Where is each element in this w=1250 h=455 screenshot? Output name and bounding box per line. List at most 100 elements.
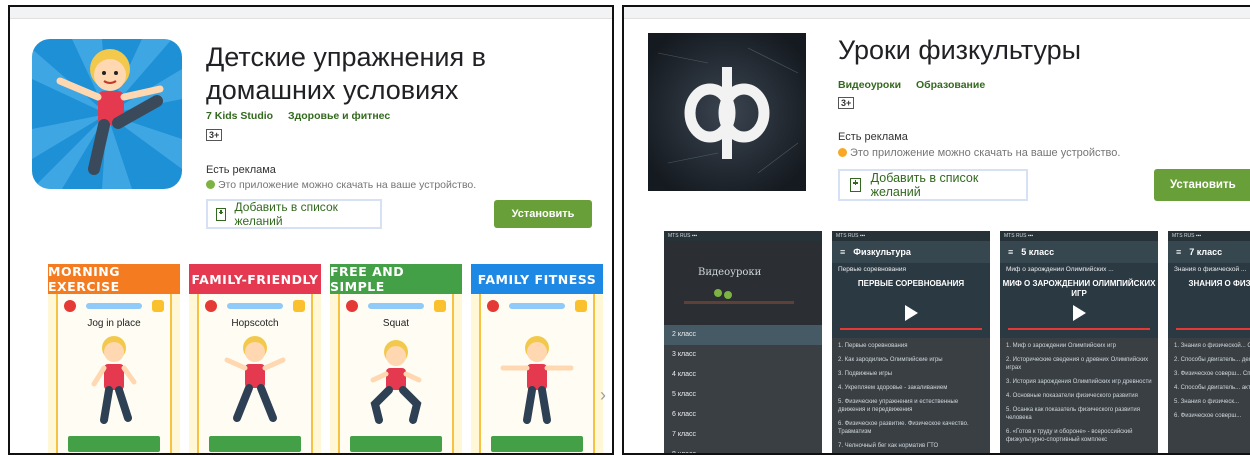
info-icon bbox=[838, 148, 847, 157]
browser-top-strip bbox=[624, 7, 1250, 19]
list-item[interactable]: 6. «Готов к труду и обороне» - всероссий… bbox=[1006, 428, 1152, 444]
developer-row: 7 Kids Studio Здоровье и фитнес bbox=[206, 110, 402, 122]
menu-header-title: Видеоуроки bbox=[698, 267, 762, 278]
lesson-list: 1. Миф о зарождении Олимпийских игр 2. И… bbox=[1000, 338, 1158, 453]
menu-item[interactable]: 4 класс bbox=[664, 365, 822, 385]
pause-icon bbox=[152, 300, 164, 312]
install-button[interactable]: Установить bbox=[1154, 169, 1250, 201]
install-button[interactable]: Установить bbox=[494, 200, 592, 228]
screenshot-header: FAMILY-FRIENDLY bbox=[189, 264, 321, 294]
video-progress bbox=[1008, 328, 1150, 330]
list-item[interactable]: 2. Способы двигатель... деятельности bbox=[1174, 356, 1250, 364]
pause-icon bbox=[575, 300, 587, 312]
close-icon bbox=[346, 300, 358, 312]
list-item[interactable]: 1. Первые соревнования bbox=[838, 342, 984, 350]
availability-note: Это приложение можно скачать на ваше уст… bbox=[838, 147, 1120, 159]
list-item[interactable]: 3. Физическое соверш... Спортивные игры bbox=[1174, 370, 1250, 378]
play-icon[interactable] bbox=[1073, 305, 1086, 321]
screenshot-phone[interactable]: MTS RUS ▪▪▪ ≡ 7 класс Знания о физической… bbox=[1168, 231, 1250, 453]
status-bar: MTS RUS ▪▪▪ bbox=[832, 231, 990, 241]
ads-label: Есть реклама bbox=[838, 131, 908, 143]
menu-icon: ≡ bbox=[1008, 247, 1014, 257]
category-link[interactable]: Образование bbox=[916, 79, 985, 91]
video-progress bbox=[840, 328, 982, 330]
screenshot-header: FAMILY FITNESS bbox=[471, 264, 603, 294]
phone-appbar: ≡ 5 класс bbox=[1000, 241, 1158, 263]
menu-item[interactable]: 6 класс bbox=[664, 405, 822, 425]
screenshot-card[interactable]: MORNING EXERCISE Jog in place bbox=[48, 264, 180, 453]
menu-item[interactable]: 7 класс bbox=[664, 425, 822, 445]
list-item[interactable]: 4. Способы двигатель... активности). Сам… bbox=[1174, 384, 1250, 392]
progress-bar bbox=[227, 303, 283, 309]
play-icon[interactable] bbox=[905, 305, 918, 321]
check-icon bbox=[206, 180, 215, 189]
developer-row: Видеоуроки Образование bbox=[838, 79, 997, 91]
list-item[interactable]: 2. Исторические сведения о древних Олимп… bbox=[1006, 356, 1152, 372]
lesson-list: 1. Знания о физической... Спортивные игр… bbox=[1168, 338, 1250, 430]
screenshot-phone[interactable]: MTS RUS ▪▪▪ Видеоуроки 2 класс 3 класс 4… bbox=[664, 231, 822, 453]
status-bar: MTS RUS ▪▪▪ bbox=[1000, 231, 1158, 241]
list-item[interactable]: 5. Знания о физическ... bbox=[1174, 398, 1250, 406]
list-item[interactable]: 4. Основные показатели физического разви… bbox=[1006, 392, 1152, 400]
menu-icon: ≡ bbox=[1176, 247, 1182, 257]
bookmark-icon bbox=[216, 207, 226, 221]
category-link[interactable]: Здоровье и фитнес bbox=[288, 110, 390, 122]
app-title: Детские упражнения в домашних условиях bbox=[206, 42, 486, 105]
screenshot-card[interactable]: FAMILY FITNESS bbox=[471, 264, 603, 453]
screenshot-header: FREE AND SIMPLE bbox=[330, 264, 462, 294]
progress-bar bbox=[86, 303, 142, 309]
developer-link[interactable]: Видеоуроки bbox=[838, 79, 901, 91]
menu-icon: ≡ bbox=[840, 247, 846, 257]
child-figure-image bbox=[500, 336, 574, 424]
video-player[interactable]: Знания о физической ... ЗНАНИЯ О ФИЗИ...… bbox=[1168, 263, 1250, 338]
list-item[interactable]: 6. Физическое соверш... bbox=[1174, 412, 1250, 420]
pause-icon bbox=[434, 300, 446, 312]
chevron-right-icon[interactable]: › bbox=[600, 385, 610, 406]
video-player[interactable]: Первые соревнования ПЕРВЫЕ СОРЕВНОВАНИЯ bbox=[832, 263, 990, 338]
screenshot-header: MORNING EXERCISE bbox=[48, 264, 180, 294]
add-to-wishlist-button[interactable]: Добавить в список желаний bbox=[838, 169, 1028, 201]
exercise-name: Squat bbox=[382, 318, 410, 329]
developer-link[interactable]: 7 Kids Studio bbox=[206, 110, 273, 122]
menu-header: Видеоуроки bbox=[664, 241, 822, 325]
age-rating-badge: 3+ bbox=[838, 97, 855, 109]
browser-top-strip bbox=[10, 7, 612, 19]
list-item[interactable]: 4. Укрепляем здоровье - закаливанием bbox=[838, 384, 984, 392]
list-item[interactable]: 2. Как зародились Олимпийские игры bbox=[838, 356, 984, 364]
bookmark-icon bbox=[850, 178, 861, 192]
list-item[interactable]: 3. Подвижные игры bbox=[838, 370, 984, 378]
screenshot-card[interactable]: FAMILY-FRIENDLY Hopscotch bbox=[189, 264, 321, 453]
menu-item[interactable]: 8 класс bbox=[664, 445, 822, 453]
lesson-list: 1. Первые соревнования 2. Как зародились… bbox=[832, 338, 990, 453]
child-figure-image bbox=[91, 336, 137, 424]
list-item[interactable]: 5. Осанка как показатель физического раз… bbox=[1006, 406, 1152, 422]
progress-bar bbox=[368, 303, 424, 309]
list-item[interactable]: 5. Физические упражнения и естественные … bbox=[838, 398, 984, 414]
child-figure-image bbox=[224, 336, 286, 422]
screenshot-phone[interactable]: MTS RUS ▪▪▪ ≡ Физкультура Первые соревнов… bbox=[832, 231, 990, 453]
screenshot-card[interactable]: FREE AND SIMPLE Squat bbox=[330, 264, 462, 453]
exercise-name: Jog in place bbox=[87, 318, 141, 329]
list-item[interactable]: 6. Физическое развитие. Физическое качес… bbox=[838, 420, 984, 436]
exercise-mat bbox=[68, 436, 160, 452]
status-bar: MTS RUS ▪▪▪ bbox=[664, 231, 822, 241]
right-app-listing: Уроки физкультуры Видеоуроки Образование… bbox=[622, 5, 1250, 455]
screenshot-phone[interactable]: MTS RUS ▪▪▪ ≡ 5 класс Миф о зарождении Ол… bbox=[1000, 231, 1158, 453]
exercise-name: Hopscotch bbox=[231, 318, 279, 329]
add-to-wishlist-button[interactable]: Добавить в список желаний bbox=[206, 199, 382, 229]
menu-item[interactable]: 5 класс bbox=[664, 385, 822, 405]
app-icon-phi-logo bbox=[648, 33, 806, 191]
ads-label: Есть реклама bbox=[206, 164, 276, 176]
phone-appbar: ≡ Физкультура bbox=[832, 241, 990, 263]
list-item[interactable]: 3. История зарождения Олимпийских игр др… bbox=[1006, 378, 1152, 386]
wishlist-label: Добавить в список желаний bbox=[870, 171, 979, 199]
app-title: Уроки физкультуры bbox=[838, 35, 1082, 65]
availability-note: Это приложение можно скачать на ваше уст… bbox=[206, 179, 476, 191]
list-item[interactable]: 7. Челночный бег как норматив ГТО bbox=[838, 442, 984, 450]
list-item[interactable]: 1. Миф о зарождении Олимпийских игр bbox=[1006, 342, 1152, 350]
list-item[interactable]: 1. Знания о физической... Спортивные игр… bbox=[1174, 342, 1250, 350]
menu-item[interactable]: 2 класс bbox=[664, 325, 822, 345]
video-player[interactable]: Миф о зарождении Олимпийских ... МИФ О З… bbox=[1000, 263, 1158, 338]
menu-item[interactable]: 3 класс bbox=[664, 345, 822, 365]
exercise-mat bbox=[491, 436, 583, 452]
